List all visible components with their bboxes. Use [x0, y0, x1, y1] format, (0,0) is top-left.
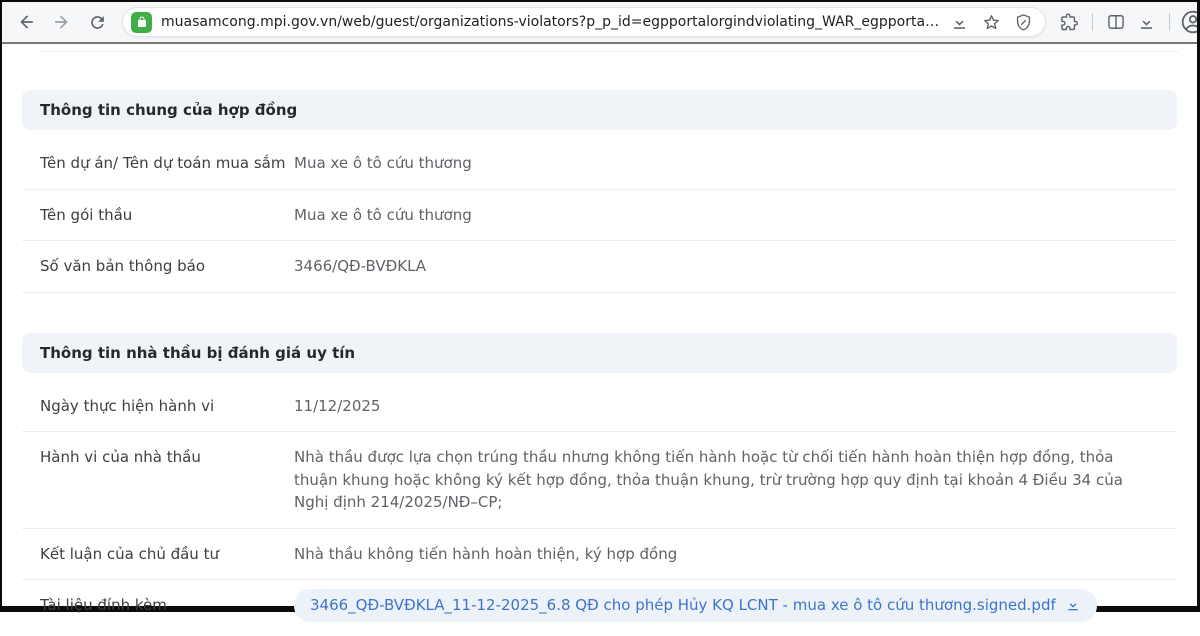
browser-toolbar: muasamcong.mpi.gov.vn/web/guest/organiza… — [2, 2, 1197, 44]
row-value: Nhà thầu không tiến hành hoàn thiện, ký … — [294, 543, 677, 566]
row-label: Tên gói thầu — [40, 204, 294, 227]
table-row: Tài liệu đính kèm 3466_QĐ-BVĐKLA_11-12-2… — [22, 580, 1177, 636]
profile-icon[interactable] — [1180, 9, 1197, 35]
back-icon[interactable] — [12, 7, 42, 37]
row-value: 3466_QĐ-BVĐKLA_11-12-2025_6.8 QĐ cho phé… — [294, 594, 1097, 622]
toolbar-separator — [1092, 13, 1093, 31]
page-content: Thông tin chung của hợp đồng Tên dự án/ … — [2, 44, 1197, 604]
row-value: Mua xe ô tô cứu thương — [294, 204, 472, 227]
row-label: Ngày thực hiện hành vi — [40, 395, 294, 418]
toolbar-separator — [1169, 13, 1170, 31]
row-label: Tài liệu đính kèm — [40, 594, 294, 617]
row-value: 3466/QĐ-BVĐKLA — [294, 255, 426, 278]
url-bar[interactable]: muasamcong.mpi.gov.vn/web/guest/organiza… — [122, 7, 1046, 37]
table-row: Tên gói thầu Mua xe ô tô cứu thương — [22, 190, 1177, 242]
section-header-contract-info: Thông tin chung của hợp đồng — [22, 90, 1177, 130]
section-header-contractor-evaluation: Thông tin nhà thầu bị đánh giá uy tín — [22, 333, 1177, 373]
attachment-download-icon[interactable] — [1065, 597, 1081, 613]
shield-icon[interactable] — [1009, 8, 1037, 36]
row-value: 11/12/2025 — [294, 395, 380, 418]
row-label: Số văn bản thông báo — [40, 255, 294, 278]
row-value: Nhà thầu được lựa chọn trúng thầu nhưng … — [294, 446, 1152, 514]
reload-icon[interactable] — [82, 7, 112, 37]
top-divider — [38, 51, 1179, 52]
bookmark-star-icon[interactable] — [977, 8, 1005, 36]
forward-icon[interactable] — [46, 7, 76, 37]
row-label: Tên dự án/ Tên dự toán mua sắm — [40, 152, 294, 175]
table-row: Kết luận của chủ đầu tư Nhà thầu không t… — [22, 529, 1177, 581]
table-row: Tên dự án/ Tên dự toán mua sắm Mua xe ô … — [22, 138, 1177, 190]
url-text[interactable]: muasamcong.mpi.gov.vn/web/guest/organiza… — [161, 14, 941, 30]
table-row: Số văn bản thông báo 3466/QĐ-BVĐKLA — [22, 241, 1177, 293]
attachment-filename[interactable]: 3466_QĐ-BVĐKLA_11-12-2025_6.8 QĐ cho phé… — [310, 594, 1056, 617]
side-panel-icon[interactable] — [1101, 7, 1131, 37]
row-label: Hành vi của nhà thầu — [40, 446, 294, 469]
extensions-icon[interactable] — [1054, 7, 1084, 37]
contractor-evaluation-rows: Ngày thực hiện hành vi 11/12/2025 Hành v… — [22, 381, 1177, 636]
row-label: Kết luận của chủ đầu tư — [40, 543, 294, 566]
downloads-icon[interactable] — [1131, 7, 1161, 37]
contract-info-rows: Tên dự án/ Tên dự toán mua sắm Mua xe ô … — [22, 138, 1177, 293]
table-row: Ngày thực hiện hành vi 11/12/2025 — [22, 381, 1177, 433]
row-value: Mua xe ô tô cứu thương — [294, 152, 472, 175]
site-security-lock-icon[interactable] — [131, 12, 152, 33]
download-icon[interactable] — [945, 8, 973, 36]
attachment-link[interactable]: 3466_QĐ-BVĐKLA_11-12-2025_6.8 QĐ cho phé… — [294, 589, 1097, 622]
table-row: Hành vi của nhà thầu Nhà thầu được lựa c… — [22, 432, 1177, 529]
